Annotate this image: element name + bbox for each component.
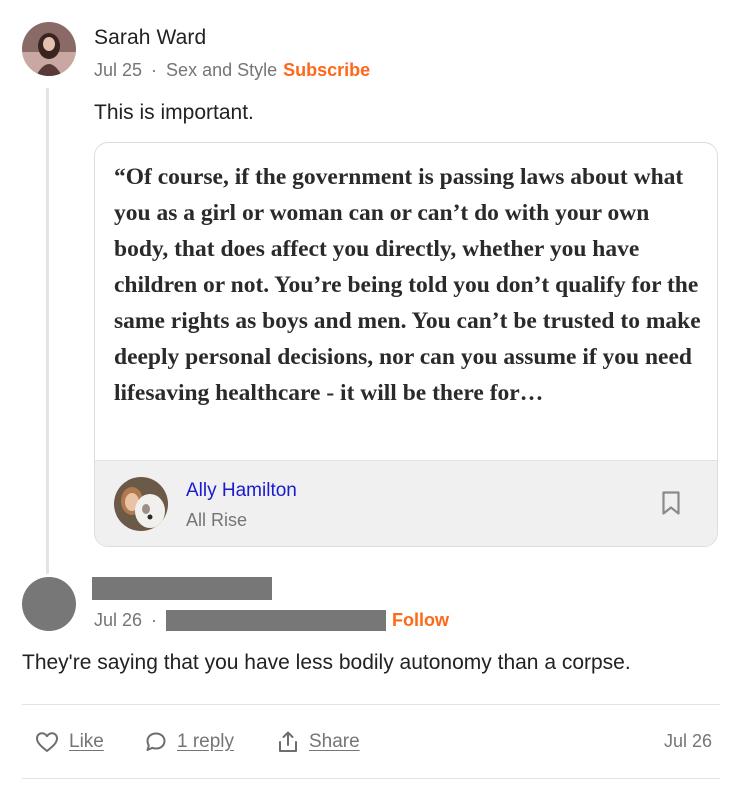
like-label: Like [69,731,104,752]
redacted-author [92,577,272,600]
publication-name[interactable]: Sex and Style [166,60,277,81]
reply-label: 1 reply [177,731,235,752]
meta-separator: · [151,609,158,630]
comment-icon [146,732,166,751]
comment-text: This is important. [94,101,254,124]
bookmark-icon[interactable] [661,490,681,516]
quote-publication: All Rise [186,510,248,530]
comment-meta: Jul 25 · Sex and Style Subscribe [94,58,370,82]
share-button[interactable]: Share [277,729,360,755]
avatar[interactable] [114,477,168,531]
quote-author-link[interactable]: Ally Hamilton [186,480,297,502]
divider [22,778,720,779]
divider [22,704,720,705]
quote-footer: Ally Hamilton All Rise [95,460,717,546]
comment-date[interactable]: Jul 26 [94,610,142,631]
comment-text: They're saying that you have less bodily… [22,651,631,674]
quote-card[interactable]: “Of course, if the government is passing… [94,142,718,547]
comment-author[interactable]: Sarah Ward [94,26,206,50]
subscribe-button[interactable]: Subscribe [283,60,370,81]
redacted-publication [166,609,387,631]
heart-icon [36,732,58,752]
like-button[interactable]: Like [35,729,104,755]
meta-separator: · [151,59,158,80]
comment-date[interactable]: Jul 25 [94,60,142,81]
share-icon [279,731,297,752]
quote-text: “Of course, if the government is passing… [114,164,701,406]
avatar[interactable] [22,22,76,76]
comment-meta: Jul 26 · Follow [94,608,449,632]
reply-button[interactable]: 1 reply [145,729,234,755]
avatar[interactable] [22,577,76,631]
follow-button[interactable]: Follow [392,610,449,631]
share-label: Share [309,731,360,752]
thread-line [46,88,49,574]
comment-date[interactable]: Jul 26 [664,731,712,752]
